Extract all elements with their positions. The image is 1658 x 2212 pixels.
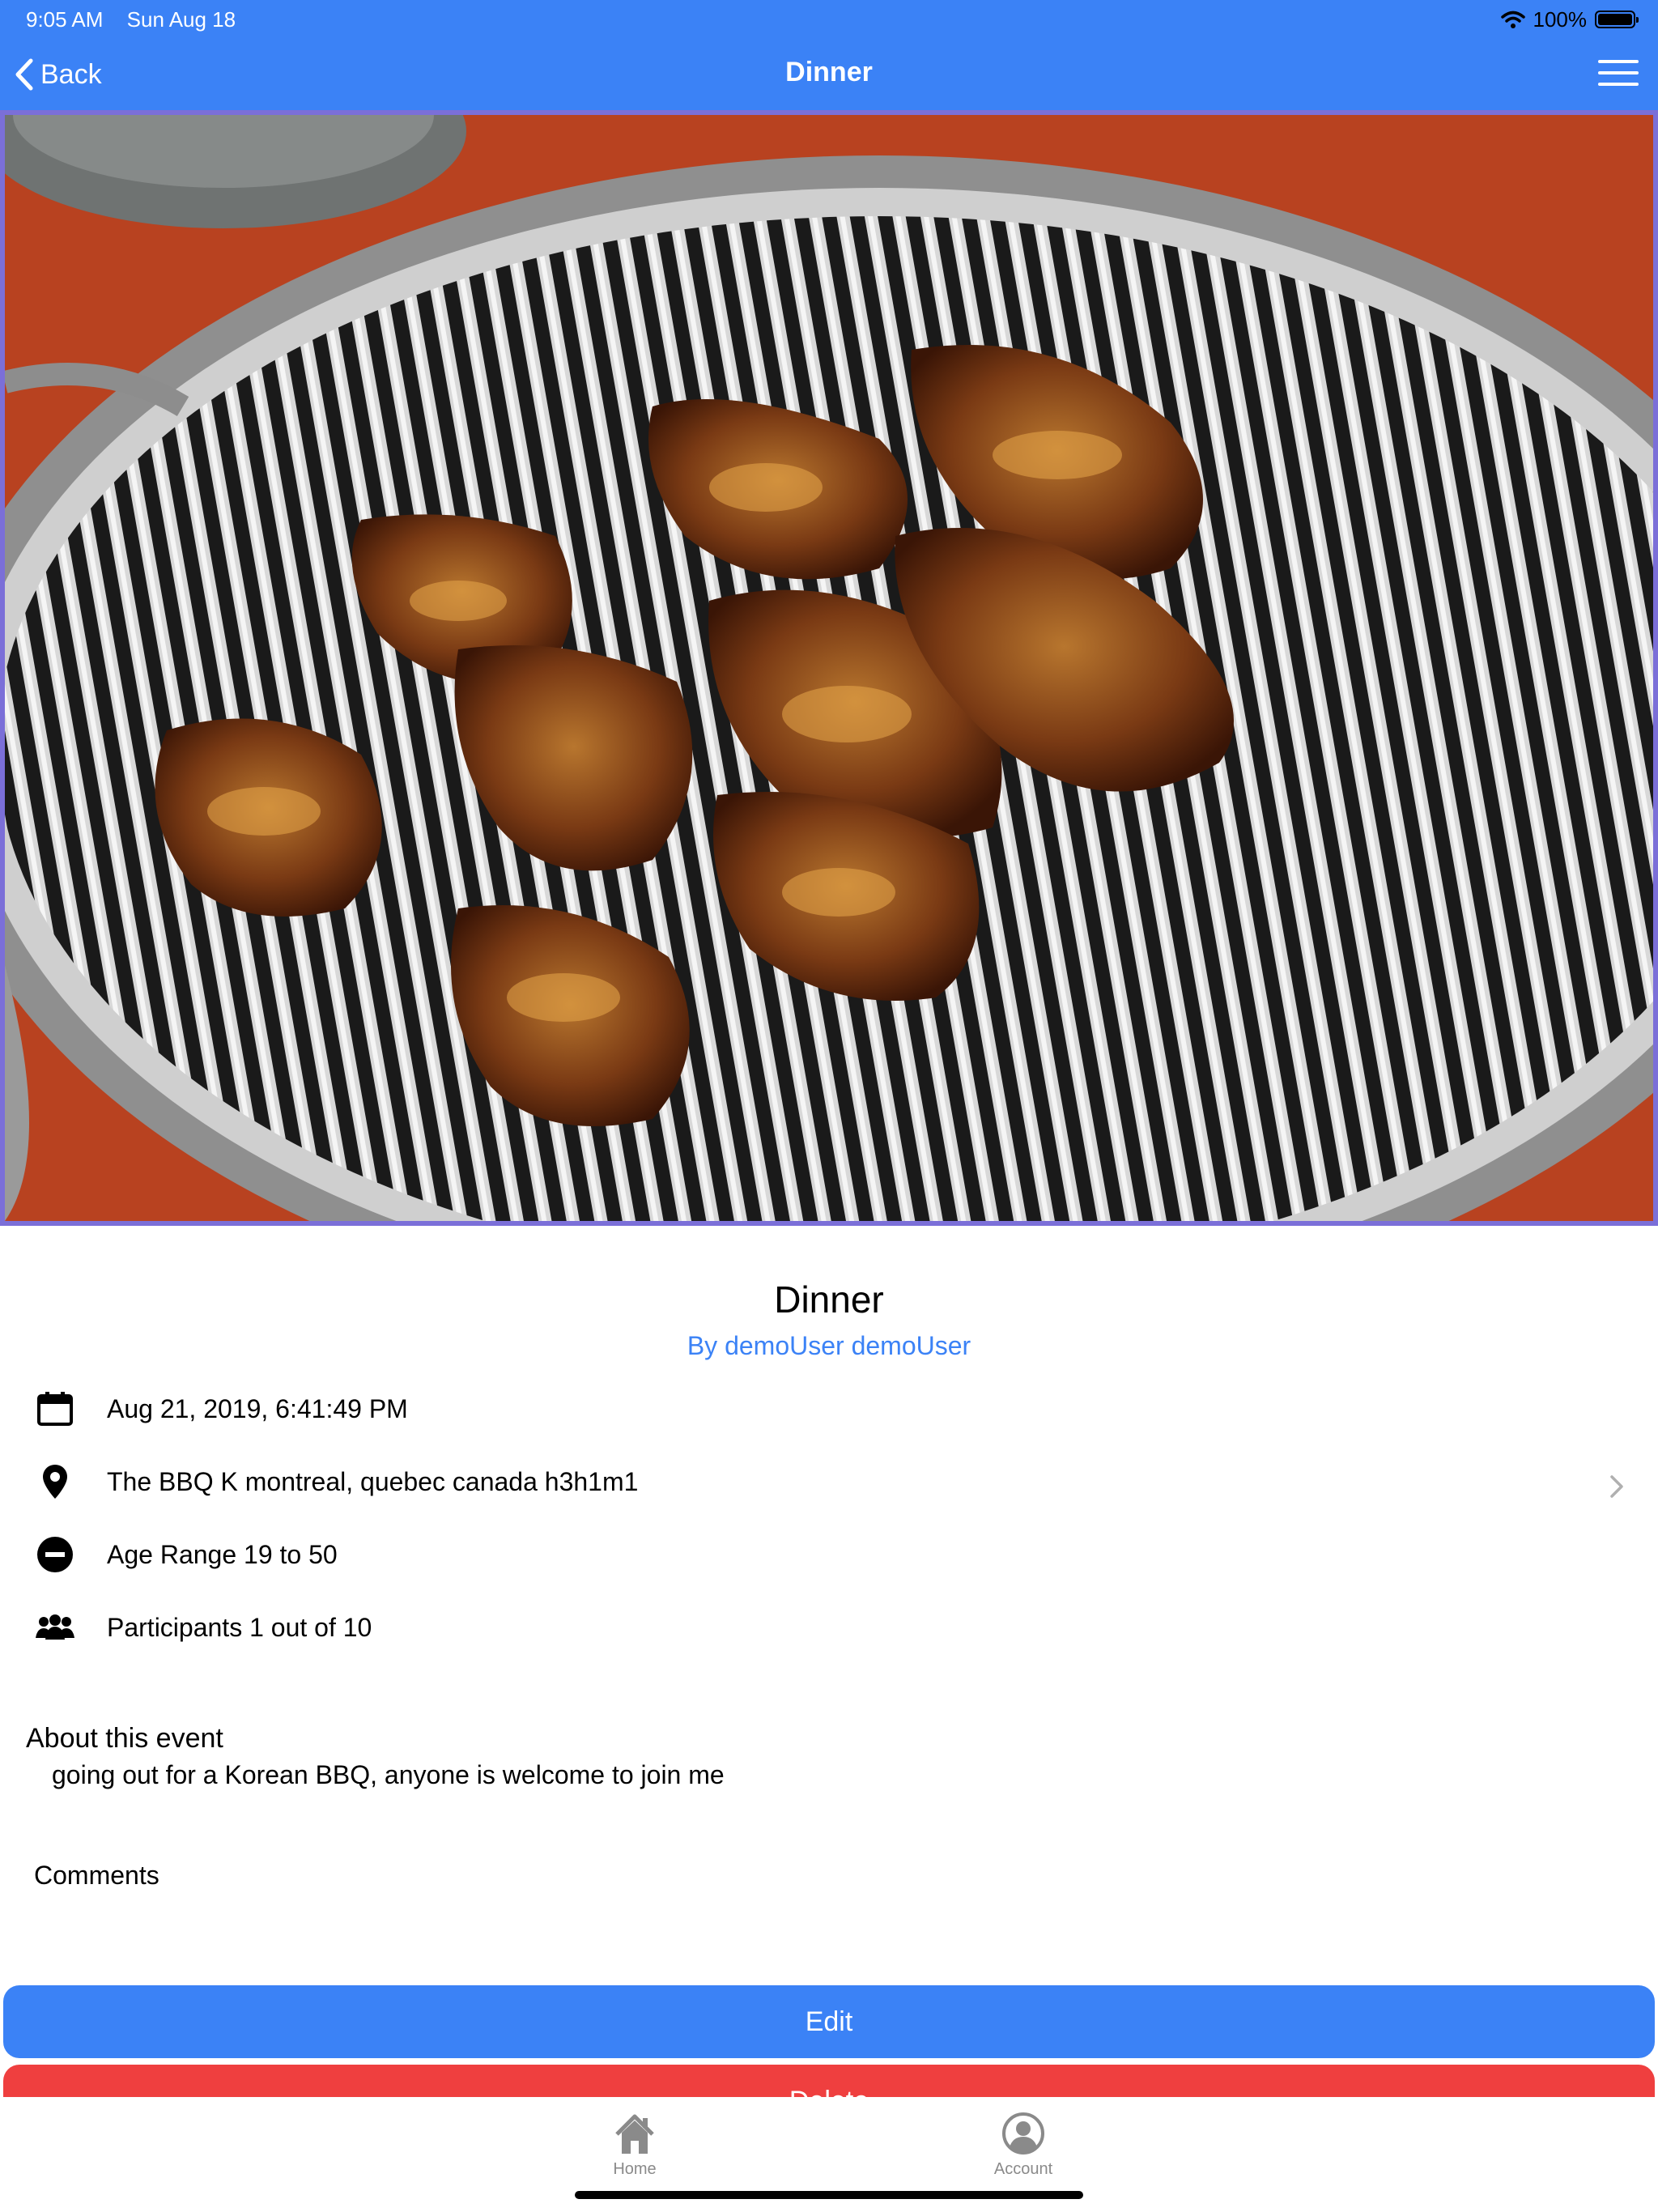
event-date-row: Aug 21, 2019, 6:41:49 PM — [36, 1385, 408, 1433]
grill-image — [5, 115, 1653, 1221]
tab-home[interactable]: Home — [570, 2108, 699, 2179]
status-date: Sun Aug 18 — [126, 7, 236, 32]
event-location-text: The BBQ K montreal, quebec canada h3h1m1 — [107, 1466, 639, 1496]
home-indicator — [575, 2191, 1083, 2199]
tab-account[interactable]: Account — [959, 2108, 1088, 2179]
menu-button[interactable] — [1598, 60, 1639, 87]
edit-button[interactable]: Edit — [3, 1985, 1655, 2058]
tab-home-label: Home — [613, 2160, 657, 2178]
battery-percent: 100% — [1533, 7, 1588, 32]
status-time-text: 9:05 AM — [26, 7, 104, 32]
event-title: Dinner — [774, 1278, 884, 1321]
status-time: 9:05 AM Sun Aug 18 — [26, 6, 236, 32]
age-range-row: Age Range 19 to 50 — [36, 1530, 338, 1579]
participants-text: Participants 1 out of 10 — [107, 1612, 372, 1642]
group-icon — [36, 1608, 74, 1647]
tab-account-label: Account — [993, 2160, 1053, 2178]
minus-circle-icon — [36, 1535, 74, 1574]
event-date-text: Aug 21, 2019, 6:41:49 PM — [107, 1393, 408, 1423]
location-pin-icon — [36, 1462, 74, 1501]
home-icon — [615, 2114, 654, 2154]
chevron-right-icon — [1610, 1475, 1623, 1498]
event-location-row[interactable]: The BBQ K montreal, quebec canada h3h1m1 — [36, 1457, 1622, 1506]
nav-header: 9:05 AM Sun Aug 18 100% Back Dinner — [0, 0, 1658, 110]
status-indicators: 100% — [1500, 6, 1639, 32]
hamburger-icon — [1598, 60, 1639, 63]
event-photo — [0, 110, 1658, 1226]
account-icon — [1002, 2112, 1044, 2155]
participants-row: Participants 1 out of 10 — [36, 1603, 372, 1652]
comments-heading: Comments — [34, 1861, 159, 1890]
about-heading: About this event — [26, 1723, 223, 1754]
page-title: Dinner — [785, 57, 873, 87]
wifi-icon — [1500, 11, 1525, 28]
calendar-icon — [36, 1389, 74, 1428]
age-range-text: Age Range 19 to 50 — [107, 1539, 338, 1569]
battery-icon — [1595, 11, 1639, 28]
event-author-link[interactable]: By demoUser demoUser — [0, 1331, 1658, 1361]
about-text: going out for a Korean BBQ, anyone is we… — [52, 1760, 725, 1789]
